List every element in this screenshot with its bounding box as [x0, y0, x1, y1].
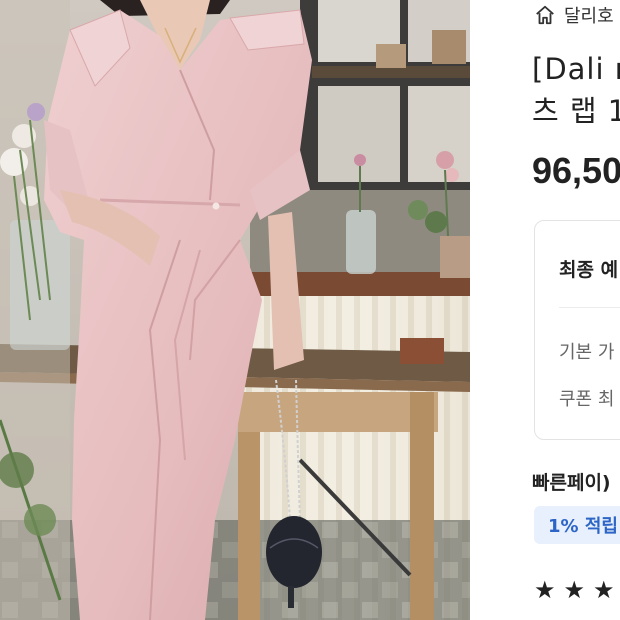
coupon-label[interactable]: 쿠폰 최: [559, 385, 614, 411]
base-price-label: 기본 가: [559, 342, 615, 363]
product-photo-illustration: [0, 0, 470, 620]
reward-badge: 1% 적립: [534, 506, 620, 544]
star-icon: ★: [593, 576, 615, 604]
product-image[interactable]: [0, 0, 470, 620]
fastpay-label: 빠른페이): [532, 472, 611, 494]
product-title: [Dali m 츠 랩 1: [532, 48, 620, 132]
card-divider: [559, 307, 620, 308]
final-price-label: 최종 예: [559, 259, 619, 281]
product-info-panel: 달리호 [Dali m 츠 랩 1 96,50 최종 예 기본 가 쿠폰 최 빠…: [470, 0, 620, 620]
star-icon: ★: [563, 576, 586, 604]
shop-name-link[interactable]: 달리호: [564, 2, 614, 28]
price-summary-card: 최종 예 기본 가 쿠폰 최: [534, 220, 620, 440]
product-title-line1: [Dali m: [532, 52, 620, 86]
breadcrumb[interactable]: 달리호: [534, 0, 614, 30]
rating-stars[interactable]: ★ ★ ★: [534, 576, 615, 604]
product-title-line2: 츠 랩 1: [532, 94, 620, 128]
star-icon: ★: [534, 576, 556, 604]
product-price: 96,50: [532, 150, 620, 191]
home-icon[interactable]: [534, 4, 556, 26]
